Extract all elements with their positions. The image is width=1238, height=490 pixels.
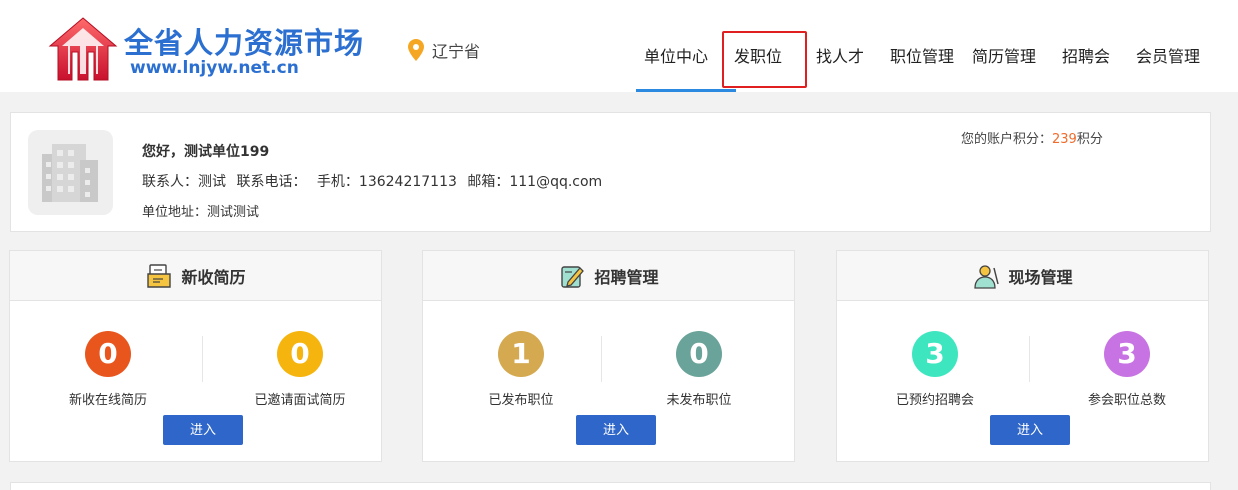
points-prefix: 您的账户积分： — [961, 132, 1053, 147]
nav-find-talent[interactable]: 找人才 — [816, 43, 864, 67]
contact-phone: 联系电话： — [236, 174, 307, 190]
stat-count: 3 — [1104, 331, 1150, 377]
card-onsite-management: 现场管理 3 已预约招聘会 3 参会职位总数 进入 — [836, 250, 1209, 462]
account-points: 您的账户积分：239积分 — [961, 128, 1103, 147]
company-avatar — [28, 130, 113, 215]
card-title: 招聘管理 — [594, 267, 659, 287]
nav-resume-management[interactable]: 简历管理 — [972, 43, 1036, 67]
contact-info: 联系人：测试 联系电话： 手机：13624217113 邮箱：111@qq.co… — [142, 171, 608, 191]
highlight-box — [722, 31, 807, 88]
onsite-icon — [974, 264, 1000, 289]
enter-button[interactable]: 进入 — [163, 415, 243, 445]
stat-count: 0 — [277, 331, 323, 377]
stat-label: 未发布职位 — [666, 393, 732, 408]
divider — [1029, 336, 1030, 382]
stat-count: 1 — [498, 331, 544, 377]
map-pin-icon — [408, 39, 424, 61]
greeting-text: 您好，测试单位199 — [142, 144, 270, 160]
stat-count: 3 — [912, 331, 958, 377]
location-label: 辽宁省 — [432, 42, 481, 61]
points-value: 239 — [1052, 132, 1077, 147]
divider — [202, 336, 203, 382]
bottom-panel — [10, 482, 1211, 490]
enter-button[interactable]: 进入 — [576, 415, 656, 445]
nav-job-fair[interactable]: 招聘会 — [1062, 43, 1110, 67]
stat-published-jobs[interactable]: 1 已发布职位 — [441, 331, 601, 408]
card-recruitment-management: 招聘管理 1 已发布职位 0 未发布职位 进入 — [422, 250, 795, 462]
stat-fair-job-total[interactable]: 3 参会职位总数 — [1047, 331, 1207, 408]
contact-email: 邮箱：111@qq.com — [467, 174, 603, 190]
logo-icon[interactable] — [48, 16, 118, 82]
nav-member-management[interactable]: 会员管理 — [1136, 43, 1200, 67]
card-header: 现场管理 — [837, 251, 1208, 301]
card-title: 新收简历 — [181, 267, 246, 287]
nav-active-indicator — [636, 89, 736, 92]
company-profile-panel: 您好，测试单位199 联系人：测试 联系电话： 手机：13624217113 邮… — [10, 112, 1211, 232]
stat-unpublished-jobs[interactable]: 0 未发布职位 — [619, 331, 779, 408]
nav-job-management[interactable]: 职位管理 — [890, 43, 954, 67]
points-suffix: 积分 — [1076, 132, 1103, 147]
building-icon — [42, 144, 98, 202]
site-name: 全省人力资源市场 — [124, 26, 365, 60]
card-header: 招聘管理 — [423, 251, 794, 301]
recruit-icon — [561, 265, 585, 288]
location-selector[interactable]: 辽宁省 — [408, 38, 480, 62]
card-title: 现场管理 — [1008, 267, 1073, 287]
company-address: 单位地址：测试测试 — [142, 205, 260, 220]
contact-mobile: 手机：13624217113 — [316, 174, 457, 190]
stat-count: 0 — [85, 331, 131, 377]
stat-new-online-resumes[interactable]: 0 新收在线简历 — [28, 331, 188, 408]
resume-icon — [147, 263, 172, 288]
nav-company-center[interactable]: 单位中心 — [644, 43, 708, 67]
divider — [601, 336, 602, 382]
card-header: 新收简历 — [10, 251, 381, 301]
site-header: 全省人力资源市场 www.lnjyw.net.cn 辽宁省 单位中心 发职位 找… — [0, 0, 1238, 92]
stat-count: 0 — [676, 331, 722, 377]
stat-label: 参会职位总数 — [1087, 393, 1166, 408]
site-url: www.lnjyw.net.cn — [130, 58, 299, 78]
enter-button[interactable]: 进入 — [990, 415, 1070, 445]
stat-label: 已发布职位 — [488, 393, 554, 408]
contact-person: 联系人：测试 — [142, 174, 226, 190]
stat-interview-invited[interactable]: 0 已邀请面试简历 — [220, 331, 380, 408]
stat-label: 已邀请面试简历 — [254, 393, 346, 408]
stat-booked-job-fairs[interactable]: 3 已预约招聘会 — [855, 331, 1015, 408]
stat-label: 已预约招聘会 — [895, 393, 974, 408]
card-new-resumes: 新收简历 0 新收在线简历 0 已邀请面试简历 进入 — [9, 250, 382, 462]
stat-label: 新收在线简历 — [68, 393, 147, 408]
